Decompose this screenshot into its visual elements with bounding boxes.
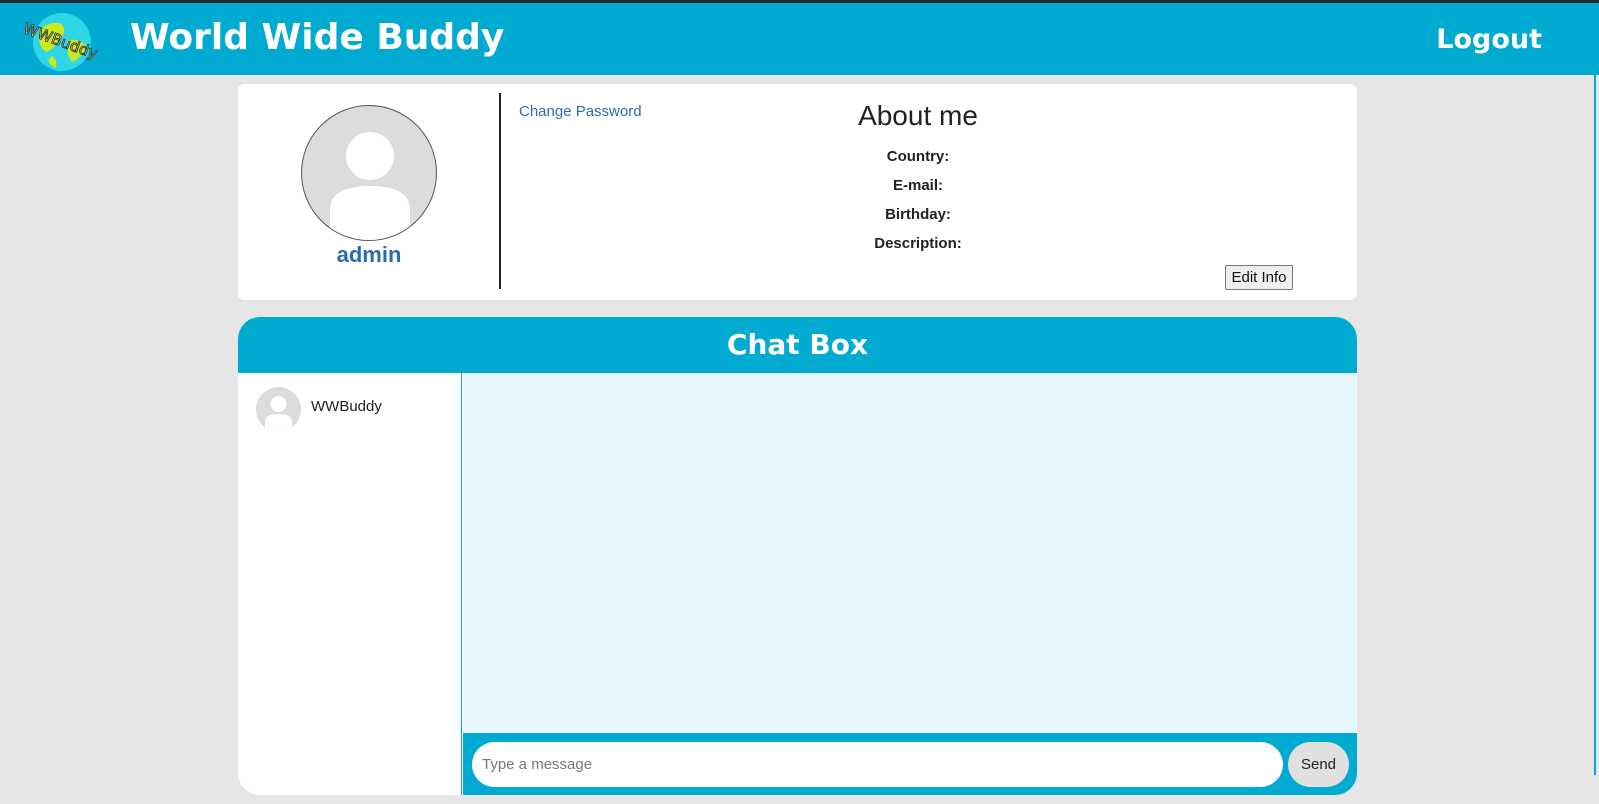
contact-avatar-icon <box>256 387 301 432</box>
site-title: World Wide Buddy <box>130 17 505 58</box>
logout-link[interactable]: Logout <box>1436 24 1542 55</box>
right-edge-bar <box>1594 75 1596 775</box>
profile-card: admin Change Password About me Country: … <box>238 84 1357 300</box>
chat-title: Chat Box <box>726 328 869 361</box>
birthday-label: Birthday: <box>885 206 951 223</box>
message-input-bar: Send <box>463 733 1357 795</box>
contact-name: WWBuddy <box>311 398 382 415</box>
globe-logo-icon[interactable]: WWBuddy <box>21 10 100 72</box>
edit-info-button[interactable]: Edit Info <box>1225 265 1293 290</box>
message-input[interactable] <box>472 742 1283 787</box>
change-password-link[interactable]: Change Password <box>519 103 642 120</box>
site-header: WWBuddy World Wide Buddy Logout <box>0 3 1599 75</box>
profile-divider <box>499 93 501 289</box>
country-label: Country: <box>886 148 950 165</box>
email-label: E-mail: <box>892 177 943 194</box>
chat-box: Chat Box WWBuddy Send <box>238 317 1357 795</box>
message-area[interactable] <box>463 373 1357 733</box>
profile-username: admin <box>336 242 402 267</box>
contact-item-wwbuddy[interactable]: WWBuddy <box>256 387 456 433</box>
description-label: Description: <box>874 235 962 252</box>
user-silhouette-icon <box>330 132 410 240</box>
about-title: About me <box>858 100 978 131</box>
chat-header: Chat Box <box>238 317 1357 373</box>
avatar <box>301 105 437 241</box>
contact-list: WWBuddy <box>238 373 462 795</box>
send-button[interactable]: Send <box>1288 742 1349 787</box>
